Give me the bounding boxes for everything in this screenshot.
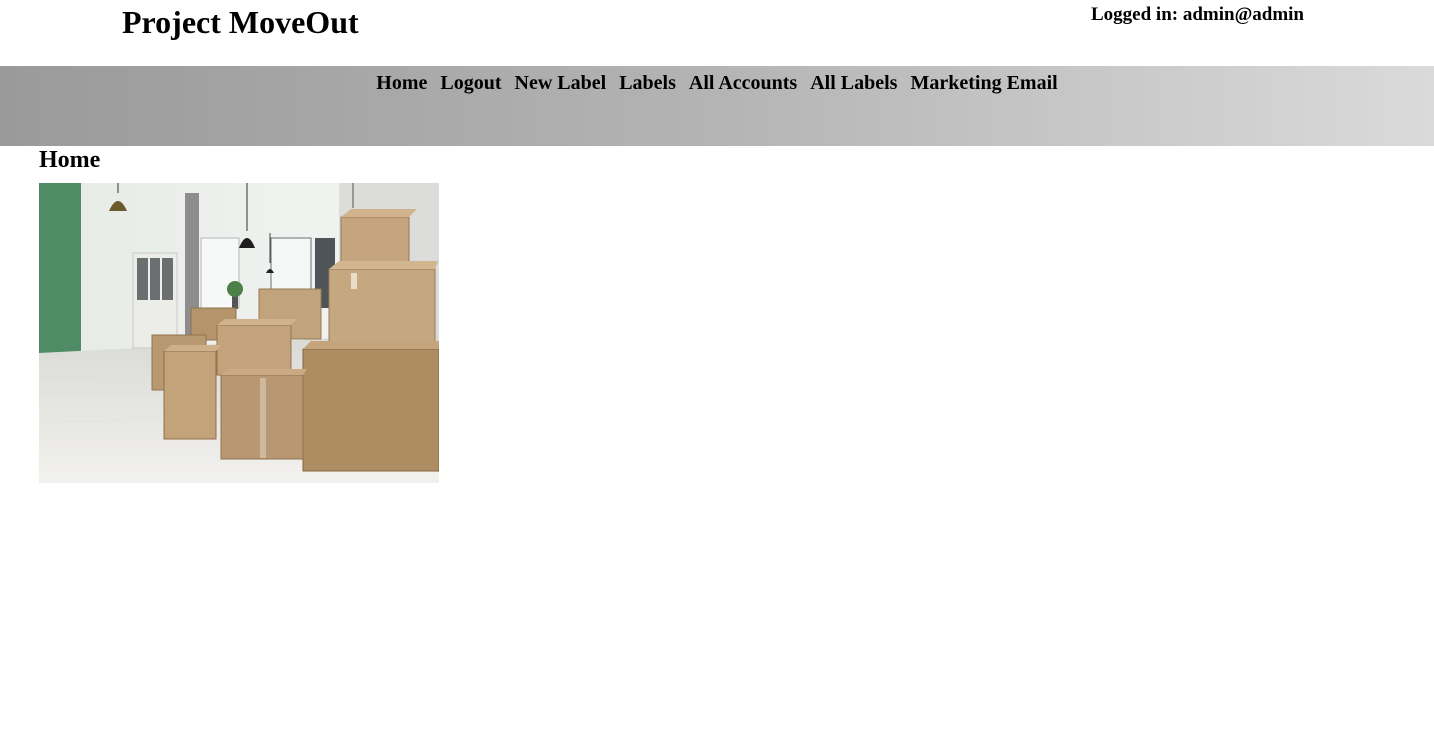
nav-link-labels[interactable]: Labels (619, 72, 676, 94)
nav-bar: Home Logout New Label Labels All Account… (0, 66, 1434, 146)
page-heading: Home (39, 147, 101, 173)
nav-link-logout[interactable]: Logout (440, 72, 501, 94)
site-title: Project MoveOut (122, 4, 359, 40)
nav-link-home[interactable]: Home (376, 72, 427, 94)
moving-boxes-image (39, 183, 439, 483)
login-status: Logged in: admin@admin (1091, 4, 1304, 25)
nav-link-marketing-email[interactable]: Marketing Email (910, 72, 1057, 94)
nav-link-all-accounts[interactable]: All Accounts (689, 72, 797, 94)
nav-link-all-labels[interactable]: All Labels (810, 72, 897, 94)
nav-links: Home Logout New Label Labels All Account… (0, 71, 1434, 95)
nav-link-new-label[interactable]: New Label (515, 72, 607, 94)
